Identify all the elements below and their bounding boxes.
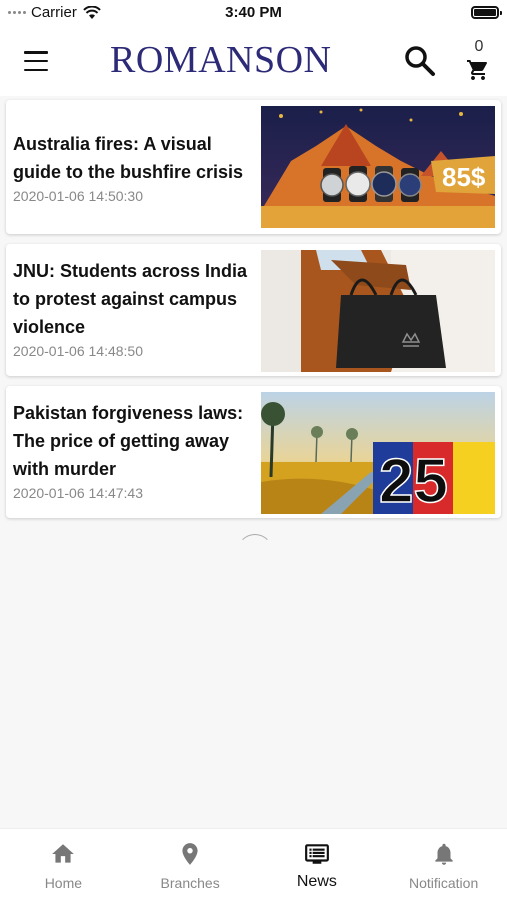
- nav-notification[interactable]: Notification: [380, 829, 507, 900]
- status-bar: Carrier 3:40 PM: [0, 0, 507, 26]
- menu-icon-bar: [24, 68, 48, 71]
- app-header: ROMANSON 0: [0, 26, 507, 96]
- menu-icon-bar: [24, 51, 48, 54]
- menu-button[interactable]: [18, 48, 54, 74]
- cart-button[interactable]: 0: [462, 38, 496, 84]
- nav-label: News: [296, 873, 337, 890]
- news-card[interactable]: Pakistan forgiveness laws: The price of …: [6, 386, 501, 518]
- search-icon[interactable]: [402, 43, 438, 79]
- cart-count: 0: [474, 38, 484, 55]
- home-icon: [52, 844, 75, 863]
- menu-icon-bar: [24, 59, 48, 63]
- clock: 3:40 PM: [225, 4, 282, 21]
- watches-promo-image: 85$: [261, 106, 495, 228]
- discount-label: 25: [379, 447, 448, 514]
- news-date: 2020-01-06 14:48:50: [13, 343, 143, 359]
- news-card[interactable]: JNU: Students across India to protest ag…: [6, 244, 501, 376]
- bottom-navigation: Home Branches News Notification: [0, 828, 507, 900]
- battery-icon: [471, 6, 502, 19]
- bell-icon: [434, 843, 453, 865]
- promo-price-label: 85$: [442, 162, 486, 192]
- news-card-text: Pakistan forgiveness laws: The price of …: [13, 399, 258, 501]
- cart-icon: [467, 60, 487, 80]
- nav-home[interactable]: Home: [0, 829, 127, 900]
- handbag-image: [261, 250, 495, 372]
- nav-label: Home: [44, 875, 83, 891]
- news-date: 2020-01-06 14:47:43: [13, 485, 143, 501]
- news-card[interactable]: Australia fires: A visual guide to the b…: [6, 100, 501, 234]
- loading-spinner: [237, 534, 273, 570]
- brand-logo[interactable]: ROMANSON: [110, 38, 331, 82]
- news-title: Australia fires: A visual guide to the b…: [13, 134, 244, 182]
- news-icon: [304, 844, 329, 864]
- nav-label: Notification: [408, 875, 479, 891]
- nav-news[interactable]: News: [254, 829, 381, 900]
- nav-label: Branches: [160, 875, 220, 891]
- nav-branches[interactable]: Branches: [127, 829, 254, 900]
- location-pin-icon: [182, 843, 198, 865]
- news-card-text: JNU: Students across India to protest ag…: [13, 257, 258, 359]
- news-title: Pakistan forgiveness laws: The price of …: [13, 403, 244, 479]
- news-date: 2020-01-06 14:50:30: [13, 188, 143, 204]
- news-title: JNU: Students across India to protest ag…: [13, 261, 248, 337]
- news-card-text: Australia fires: A visual guide to the b…: [13, 130, 258, 204]
- discount-promo-image: 25: [261, 392, 495, 514]
